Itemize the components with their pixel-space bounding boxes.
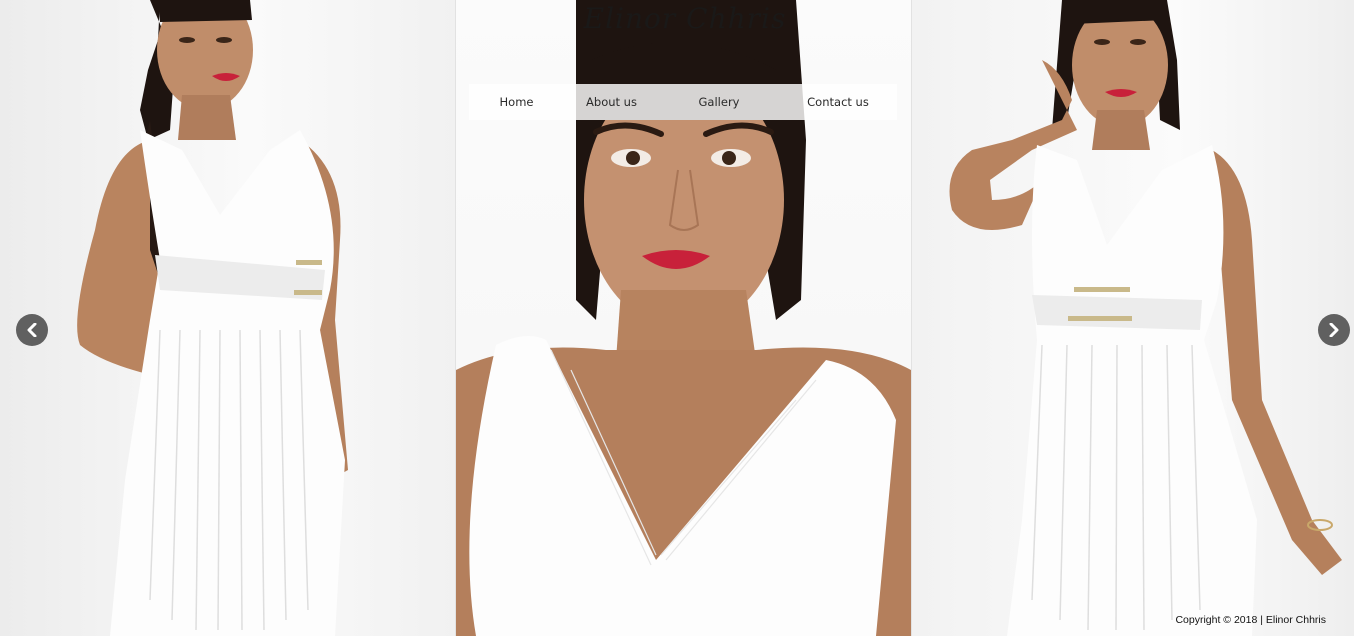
carousel-prev-button[interactable] xyxy=(16,314,48,346)
nav-gallery[interactable]: Gallery xyxy=(659,84,779,120)
nav-contact-us[interactable]: Contact us xyxy=(779,84,897,120)
site-title[interactable]: Elinor Chhris xyxy=(560,2,810,35)
model-photo-left xyxy=(77,0,348,636)
copyright-text: Copyright © 2018 | Elinor Chhris xyxy=(1175,614,1326,626)
chevron-left-icon xyxy=(27,323,37,337)
gallery-photo-left xyxy=(0,0,455,636)
chevron-right-icon xyxy=(1329,323,1339,337)
gallery-photo-right xyxy=(912,0,1354,636)
nav-home[interactable]: Home xyxy=(469,84,564,120)
nav-about-us[interactable]: About us xyxy=(564,84,659,120)
gallery-stage: Elinor Chhris Home About us Gallery Cont… xyxy=(0,0,1354,636)
carousel-next-button[interactable] xyxy=(1318,314,1350,346)
main-nav: Home About us Gallery Contact us xyxy=(469,84,897,120)
model-photo-right xyxy=(949,0,1342,636)
